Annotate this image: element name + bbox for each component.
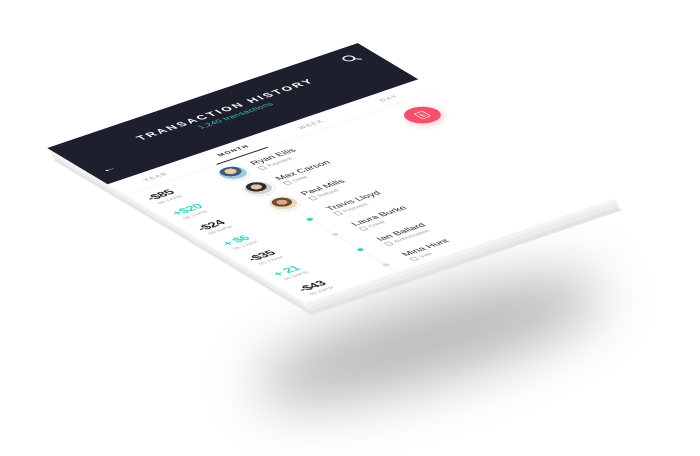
document-icon — [409, 256, 420, 262]
device-mockup: ← TRANSACTION HISTORY 1,240 transactions… — [0, 0, 700, 456]
timeline-dot — [305, 217, 315, 222]
document-icon — [383, 241, 394, 247]
document-icon — [257, 165, 268, 171]
document-icon — [282, 180, 293, 186]
transaction-screen: ← TRANSACTION HISTORY 1,240 transactions… — [47, 43, 617, 304]
document-icon — [358, 226, 369, 231]
timeline-dot — [381, 262, 391, 267]
document-icon — [333, 211, 344, 216]
timeline-dot — [355, 247, 366, 252]
timeline-dot — [330, 232, 340, 237]
document-icon — [307, 195, 318, 201]
receipt-icon — [413, 110, 432, 120]
